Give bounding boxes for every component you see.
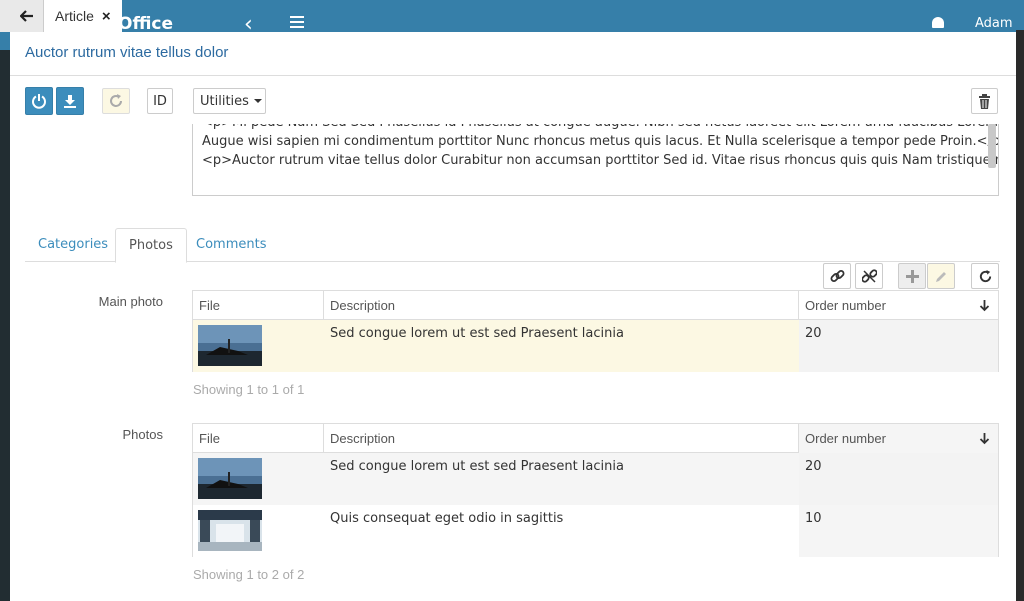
plus-icon: [905, 269, 919, 283]
refresh-icon: [110, 94, 122, 107]
file-cell: [193, 320, 324, 372]
column-order-label: Order number: [805, 431, 886, 446]
arrow-left-icon: [19, 10, 33, 22]
description-cell: Sed congue lorem ut est sed Praesent lac…: [330, 459, 624, 474]
main-photo-label: Main photo: [98, 294, 163, 309]
download-icon: [64, 94, 76, 108]
textarea-line: Augue wisi sapien mi condimentum porttit…: [202, 134, 999, 149]
column-description[interactable]: Description: [324, 424, 799, 453]
refresh-grid-button[interactable]: [971, 263, 999, 289]
order-cell: 20: [799, 453, 998, 505]
grid-header: File Description Order number: [193, 291, 998, 320]
app-brand: Office: [118, 14, 174, 34]
sort-down-icon: [979, 300, 990, 312]
app-right-edge: [1016, 30, 1024, 601]
link-icon: [830, 269, 844, 282]
table-row[interactable]: Sed congue lorem ut est sed Praesent lac…: [193, 320, 998, 372]
unlink-button[interactable]: [855, 263, 883, 289]
textarea-line: <p>Auctor rutrum vitae tellus dolor Cura…: [202, 153, 999, 168]
file-cell: [193, 453, 324, 505]
photo-thumbnail: [198, 325, 262, 366]
photos-label: Photos: [122, 427, 163, 442]
photo-thumbnail: [198, 510, 262, 551]
content-textarea[interactable]: <p>Mi pede Nam Sed Sed Phasellus id Phas…: [192, 124, 999, 196]
trash-icon: [979, 93, 990, 109]
link-button[interactable]: [823, 263, 851, 289]
save-close-button[interactable]: [25, 87, 53, 115]
table-row[interactable]: Quis consequat eget odio in sagittis 10: [193, 505, 998, 557]
power-icon: [32, 94, 46, 109]
main-photo-grid: File Description Order number Sed congue…: [192, 290, 999, 372]
textarea-scrollbar[interactable]: [988, 124, 996, 168]
pagination-info: Showing 1 to 2 of 2: [193, 567, 305, 582]
pagination-info: Showing 1 to 1 of 1: [193, 382, 305, 397]
refresh-icon: [979, 269, 991, 282]
add-button[interactable]: [898, 263, 926, 289]
column-order-number[interactable]: Order number: [799, 291, 998, 320]
caret-down-icon: [253, 99, 262, 103]
save-button[interactable]: [56, 87, 84, 115]
tab-article-label: Article: [55, 8, 94, 24]
utilities-label: Utilities: [200, 93, 249, 109]
column-file[interactable]: File: [193, 424, 324, 453]
column-order-number[interactable]: Order number: [799, 424, 998, 453]
photo-thumbnail: [198, 458, 262, 499]
app-sidebar: [0, 50, 10, 601]
column-description[interactable]: Description: [324, 291, 799, 320]
close-icon[interactable]: ×: [102, 8, 111, 25]
tab-categories[interactable]: Categories: [25, 228, 121, 262]
edit-button[interactable]: [927, 263, 955, 289]
file-cell: [193, 505, 324, 557]
column-file[interactable]: File: [193, 291, 324, 320]
pencil-icon: [935, 271, 946, 282]
hamburger-menu-icon[interactable]: [290, 16, 304, 31]
textarea-line: <p>Mi pede Nam Sed Sed Phasellus id Phas…: [202, 124, 998, 132]
bell-icon[interactable]: [932, 17, 944, 28]
reload-button[interactable]: [102, 88, 130, 114]
unlink-icon: [861, 268, 877, 283]
back-button[interactable]: [10, 0, 44, 32]
delete-button[interactable]: [971, 88, 998, 114]
tab-photos[interactable]: Photos: [115, 228, 187, 263]
page-title: Auctor rutrum vitae tellus dolor: [25, 44, 229, 61]
photos-grid: File Description Order number Sed congue…: [192, 423, 999, 557]
table-row[interactable]: Sed congue lorem ut est sed Praesent lac…: [193, 453, 998, 505]
description-cell: Quis consequat eget odio in sagittis: [330, 511, 564, 526]
article-panel: Auctor rutrum vitae tellus dolor ID Util…: [10, 32, 1016, 601]
tab-comments[interactable]: Comments: [183, 228, 279, 262]
order-cell: 10: [799, 505, 998, 557]
user-name[interactable]: Adam: [975, 16, 1013, 31]
grid-header: File Description Order number: [193, 424, 998, 453]
description-cell: Sed congue lorem ut est sed Praesent lac…: [330, 326, 624, 341]
column-order-label: Order number: [805, 298, 886, 313]
order-cell: 20: [799, 320, 998, 372]
sort-down-icon: [979, 433, 990, 445]
detail-tabs: Categories Photos Comments: [25, 228, 1000, 263]
title-divider: [10, 75, 1016, 76]
tab-article[interactable]: Article ×: [44, 0, 122, 32]
tabbar-left-edge: [0, 0, 10, 32]
utilities-dropdown[interactable]: Utilities: [193, 88, 266, 114]
id-button[interactable]: ID: [147, 88, 173, 114]
